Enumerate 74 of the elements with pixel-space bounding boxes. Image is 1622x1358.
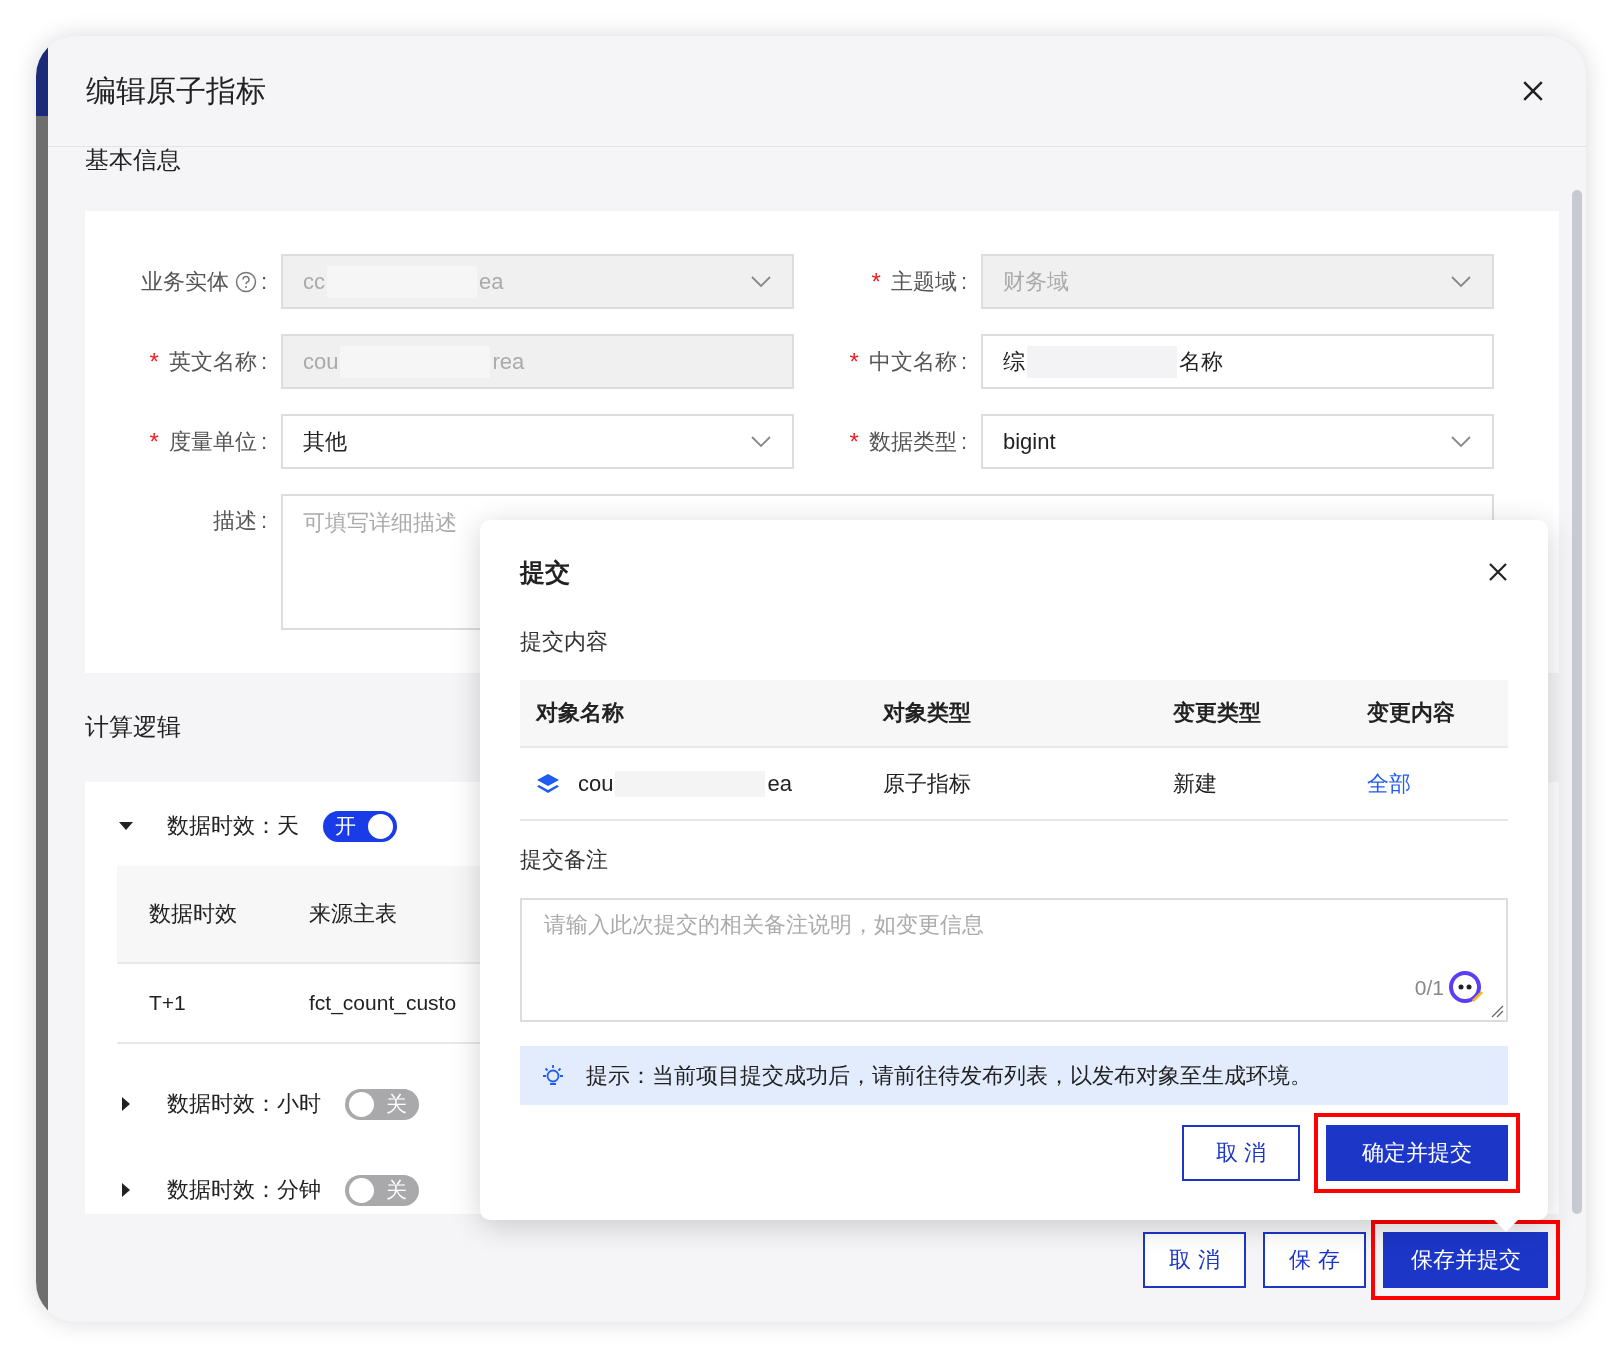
label-colon: : bbox=[960, 268, 967, 295]
section-heading: 基本信息 bbox=[85, 147, 181, 173]
group-label: 数据时效：分钟 bbox=[167, 1176, 321, 1204]
field-label: 度量单位 bbox=[168, 427, 257, 456]
action-button[interactable]: 取 消 bbox=[1182, 1125, 1300, 1181]
action-button[interactable]: 保 存 bbox=[1263, 1232, 1366, 1288]
hint-text: 提示：当前项目提交成功后，请前往待发布列表，以发布对象至生成环境。 bbox=[586, 1061, 1312, 1090]
submit-button[interactable]: 保存并提交 bbox=[1383, 1232, 1548, 1288]
section-heading: 提交备注 bbox=[520, 846, 608, 874]
table-cell: ea bbox=[767, 770, 792, 797]
assistant-icon[interactable] bbox=[1448, 970, 1484, 1006]
select-field[interactable]: 其他 bbox=[281, 414, 794, 469]
table-cell: fct_count_custo bbox=[309, 991, 457, 1015]
chevron-down-icon bbox=[750, 274, 772, 289]
table-cell-text: 原子指标 bbox=[883, 769, 971, 798]
label-colon: : bbox=[260, 508, 267, 534]
chevron-down-icon bbox=[1450, 434, 1472, 449]
value-text: rea bbox=[492, 348, 525, 375]
group-label: 数据时效：天 bbox=[167, 812, 299, 840]
required-asterisk: * bbox=[849, 427, 859, 456]
chevron-down-icon bbox=[750, 434, 772, 449]
value-text: ea bbox=[479, 268, 504, 295]
required-asterisk: * bbox=[849, 347, 859, 376]
popup-title: 提交 bbox=[520, 556, 570, 588]
table-cell: cou bbox=[578, 770, 614, 797]
field-label: 业务实体 bbox=[140, 267, 229, 296]
label-colon: : bbox=[960, 428, 967, 455]
value-text: cc bbox=[303, 268, 325, 295]
field-label: 描述 bbox=[212, 507, 257, 535]
column-header: 变更内容 bbox=[1367, 699, 1455, 727]
field-label: 英文名称 bbox=[168, 347, 257, 376]
close-icon[interactable] bbox=[1522, 80, 1544, 102]
resize-handle-icon[interactable] bbox=[1490, 1004, 1504, 1018]
select-field[interactable]: bigint bbox=[981, 414, 1494, 469]
layers-icon bbox=[536, 772, 560, 795]
value-text: 其他 bbox=[303, 427, 347, 456]
chevron-down-icon bbox=[1450, 274, 1472, 289]
field-label: 中文名称 bbox=[868, 347, 957, 376]
group-label: 数据时效：小时 bbox=[167, 1090, 321, 1118]
required-asterisk: * bbox=[871, 267, 881, 296]
action-button[interactable]: 取 消 bbox=[1143, 1232, 1246, 1288]
toggle-switch[interactable]: 开 bbox=[323, 810, 397, 842]
submit-button[interactable]: 确定并提交 bbox=[1326, 1125, 1508, 1181]
dialog-title: 编辑原子指标 bbox=[86, 72, 266, 109]
label-colon: : bbox=[260, 348, 267, 375]
value-text: 名称 bbox=[1179, 347, 1223, 376]
value-text: cou bbox=[303, 348, 339, 375]
section-heading: 提交内容 bbox=[520, 628, 608, 656]
close-icon[interactable] bbox=[1488, 562, 1508, 582]
character-counter: 0/1 bbox=[1414, 976, 1444, 1000]
column-header: 来源主表 bbox=[309, 900, 397, 928]
required-asterisk: * bbox=[149, 427, 159, 456]
label-colon: : bbox=[260, 268, 267, 295]
section-heading: 计算逻辑 bbox=[85, 712, 181, 742]
column-header: 对象名称 bbox=[536, 699, 624, 727]
value-text: bigint bbox=[1003, 428, 1056, 455]
input-field[interactable]: 综 名称 bbox=[981, 334, 1494, 389]
required-asterisk: * bbox=[149, 347, 159, 376]
column-header: 数据时效 bbox=[149, 900, 237, 928]
column-header: 对象类型 bbox=[883, 699, 971, 727]
field-label: 数据类型 bbox=[868, 427, 957, 456]
value-text: 综 bbox=[1003, 347, 1025, 376]
table-cell: T+1 bbox=[149, 991, 186, 1015]
label-colon: : bbox=[960, 348, 967, 375]
field-label: 主题域 bbox=[890, 267, 957, 296]
placeholder-text: 可填写详细描述 bbox=[303, 509, 457, 537]
column-header: 变更类型 bbox=[1173, 699, 1261, 727]
all-changes-link[interactable]: 全部 bbox=[1367, 768, 1411, 799]
placeholder-text: 请输入此次提交的相关备注说明，如变更信息 bbox=[544, 912, 984, 937]
label-colon: : bbox=[260, 428, 267, 455]
value-text: 财务域 bbox=[1003, 267, 1069, 296]
scrollbar-thumb[interactable] bbox=[1572, 190, 1582, 1214]
note-field[interactable]: 请输入此次提交的相关备注说明，如变更信息 0/1 bbox=[520, 898, 1508, 1022]
table-cell-text: 新建 bbox=[1173, 769, 1217, 798]
